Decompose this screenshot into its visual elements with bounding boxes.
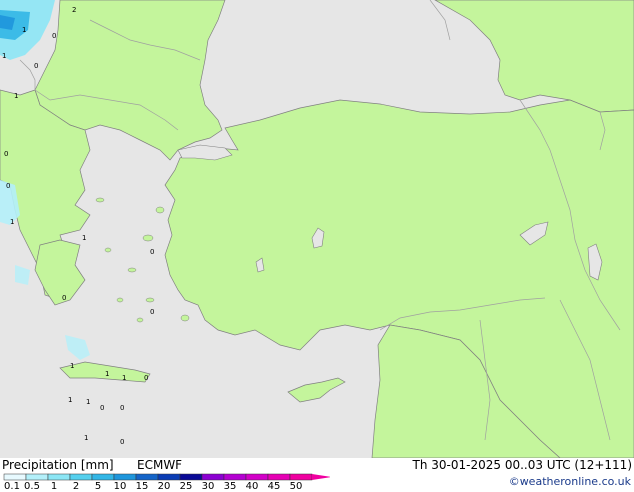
scale-swatch (289, 473, 313, 481)
precip-value-label: 0 (100, 404, 104, 412)
precip-value-label: 0 (62, 294, 66, 302)
scale-tick-label: 5 (94, 481, 102, 492)
precip-value-label: 1 (10, 218, 14, 226)
scale-swatch (245, 473, 269, 481)
precip-value-label: 1 (84, 434, 88, 442)
precip-value-label: 1 (86, 398, 90, 406)
precip-value-label: 0 (120, 404, 124, 412)
scale-swatch (113, 473, 137, 481)
scale-arrow (312, 474, 330, 480)
scale-tick-label: 40 (245, 481, 259, 492)
precipitation-map: 2 1 0 1 0 1 0 1 1 0 1 1 1 0 1 1 1 0 0 0 0 0 0 (0, 0, 634, 458)
scale-tick-label: 50 (289, 481, 303, 492)
scale-swatch (223, 473, 247, 481)
scale-tick-label: 25 (179, 481, 193, 492)
precip-value-label: 1 (122, 374, 126, 382)
precip-value-label: 1 (105, 370, 109, 378)
precip-value-label: 0 (150, 308, 154, 316)
scale-swatch (157, 473, 181, 481)
scale-swatch (25, 473, 49, 481)
scale-swatch (267, 473, 291, 481)
scale-tick-label: 15 (135, 481, 149, 492)
precip-value-label: 1 (14, 92, 18, 100)
precip-value-label: 0 (120, 438, 124, 446)
scale-swatch (91, 473, 115, 481)
scale-tick-label: 30 (201, 481, 215, 492)
scale-tick-label: 10 (113, 481, 127, 492)
precip-value-label: 1 (82, 234, 86, 242)
legend-model: ECMWF (137, 458, 183, 472)
scale-tick-label: 35 (223, 481, 237, 492)
precip-value-label: 0 (6, 182, 10, 190)
scale-swatch (69, 473, 93, 481)
scale-swatch (3, 473, 27, 481)
scale-swatch (201, 473, 225, 481)
scale-swatch (179, 473, 203, 481)
precip-value-label: 0 (52, 32, 56, 40)
precip-value-label: 1 (22, 26, 26, 34)
scale-tick-label: 0.5 (24, 481, 40, 492)
scale-tick-label: 0.1 (4, 481, 20, 492)
scale-swatch (135, 473, 159, 481)
legend-title: Precipitation [mm] (2, 458, 114, 472)
precip-value-label: 0 (34, 62, 38, 70)
precip-value-label: 2 (72, 6, 76, 14)
precip-value-label: 0 (144, 374, 148, 382)
precip-value-label: 1 (2, 52, 6, 60)
legend-valid-time: Th 30-01-2025 00..03 UTC (12+111) (412, 458, 632, 472)
precip-value-label: 1 (68, 396, 72, 404)
legend-credit: ©weatheronline.co.uk (508, 475, 631, 488)
scale-swatch (47, 473, 71, 481)
scale-tick-label: 45 (267, 481, 281, 492)
scale-tick-label: 20 (157, 481, 171, 492)
precip-value-label: 1 (70, 362, 74, 370)
scale-tick-label: 2 (72, 481, 80, 492)
scale-tick-label: 1 (50, 481, 58, 492)
precip-value-label: 0 (4, 150, 8, 158)
precip-value-label: 0 (150, 248, 154, 256)
